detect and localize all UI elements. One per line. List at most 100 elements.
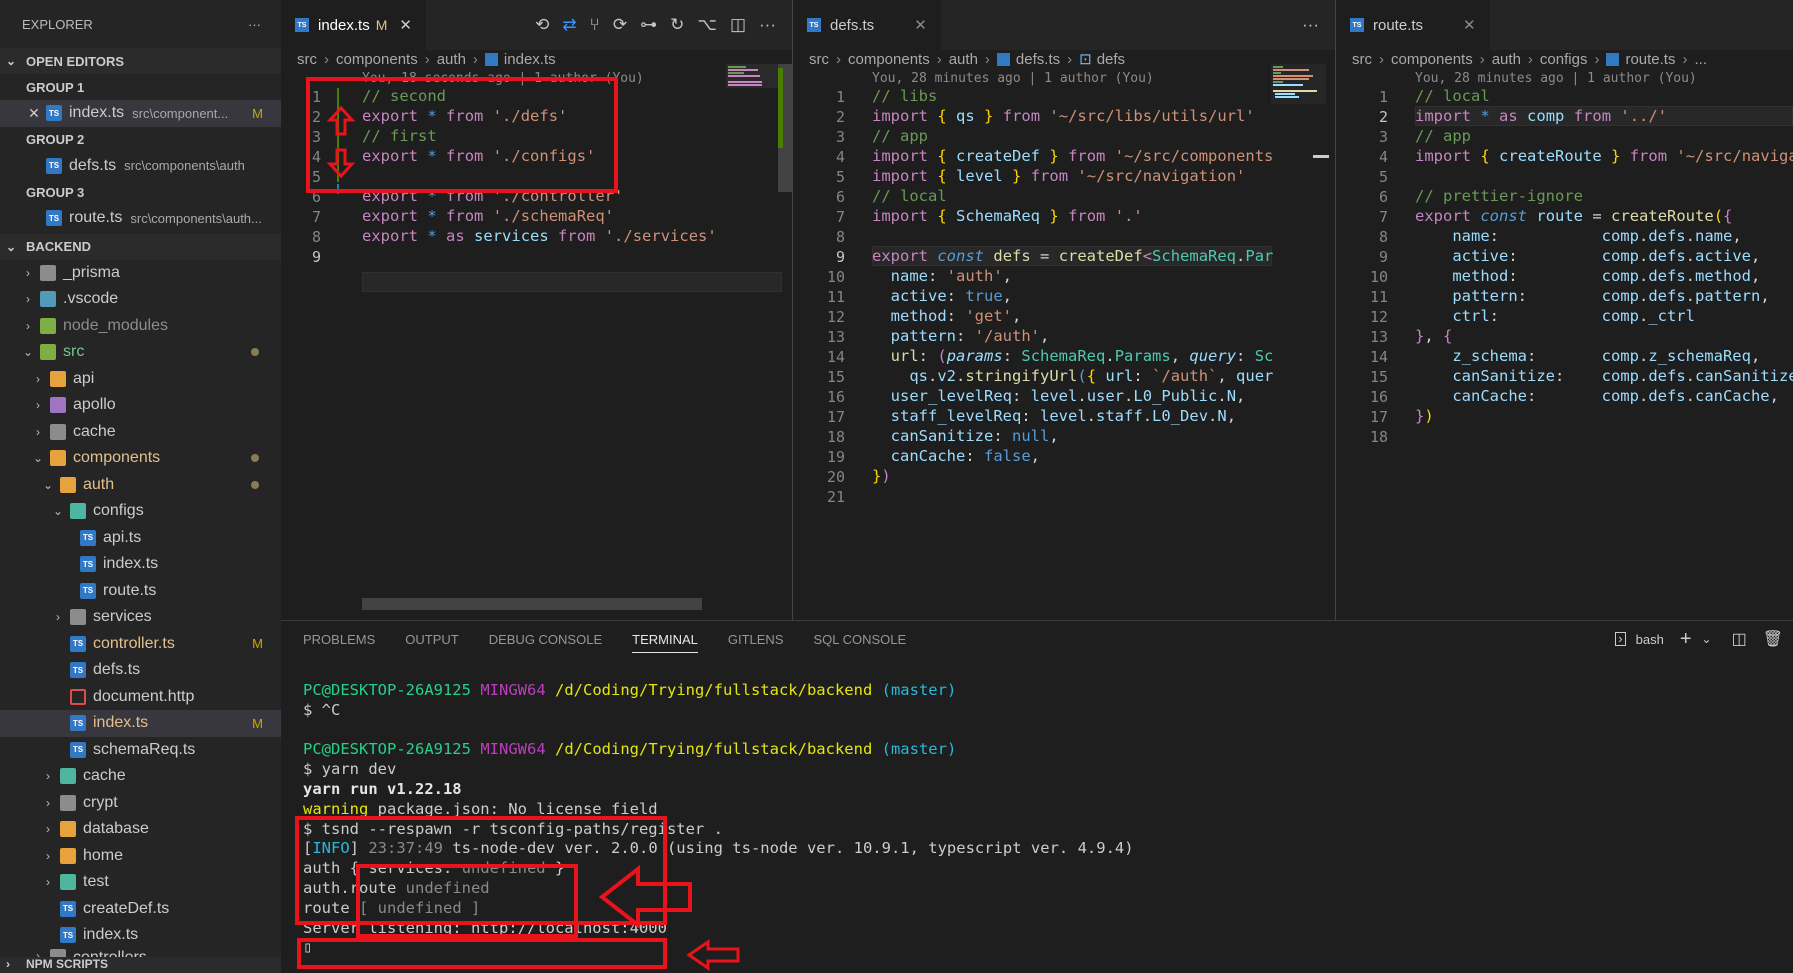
trash-icon[interactable]: 🗑 <box>1763 629 1783 649</box>
line-number: 11 <box>826 288 845 306</box>
add-terminal-icon[interactable]: + <box>1680 628 1692 651</box>
more-actions-icon[interactable]: ··· <box>248 17 261 32</box>
tree-item-components[interactable]: ⌄ components <box>0 445 281 472</box>
tab-sql-console[interactable]: SQL CONSOLE <box>813 621 906 657</box>
split-editor-icon[interactable]: ◫ <box>730 15 746 35</box>
git-compare-icon[interactable]: ⑂ <box>590 15 600 35</box>
open-editors-section[interactable]: ⌄ OPEN EDITORS <box>0 48 281 74</box>
tree-item-node-modules[interactable]: › node_modules <box>0 313 281 340</box>
tree-item-prisma[interactable]: › _prisma <box>0 260 281 287</box>
tree-item-api[interactable]: › api <box>0 366 281 393</box>
git-branch-icon[interactable]: ⌥ <box>697 15 717 35</box>
breadcrumb-item[interactable]: route.ts <box>1625 51 1675 68</box>
close-icon[interactable]: ✕ <box>1463 16 1476 34</box>
tree-item-configs[interactable]: ⌄ configs <box>0 498 281 525</box>
tree-item-configs-index-ts[interactable]: TS index.ts <box>0 551 281 578</box>
breadcrumb-item[interactable]: src <box>1352 51 1372 68</box>
tree-item-cache2[interactable]: › cache <box>0 763 281 790</box>
tab-output[interactable]: OUTPUT <box>405 621 458 657</box>
tree-item-services[interactable]: › services <box>0 604 281 631</box>
breadcrumb-item[interactable]: auth <box>437 51 466 68</box>
breadcrumb-item[interactable]: ... <box>1694 51 1707 68</box>
split-terminal-icon[interactable]: ◫ <box>1732 629 1747 649</box>
tab-index-ts[interactable]: TS index.ts M ✕ <box>281 0 426 50</box>
breadcrumb-item[interactable]: auth <box>1492 51 1521 68</box>
tree-item-controller-ts[interactable]: TS controller.ts M <box>0 631 281 658</box>
tree-item-createdef-ts[interactable]: TS createDef.ts <box>0 896 281 923</box>
tree-item-label: createDef.ts <box>83 899 170 917</box>
previous-change-icon[interactable]: ⟳ <box>613 15 627 35</box>
tree-item-src-index-ts[interactable]: TS index.ts <box>0 922 281 949</box>
breadcrumb-item[interactable]: src <box>809 51 829 68</box>
next-change-icon[interactable]: ↻ <box>670 15 684 35</box>
tree-item-auth[interactable]: ⌄ auth <box>0 472 281 499</box>
chevron-down-icon: ⌄ <box>42 477 54 492</box>
line-number: 8 <box>311 228 321 246</box>
more-actions-icon[interactable]: ··· <box>1302 15 1319 35</box>
npm-scripts-section[interactable]: › NPM SCRIPTS <box>0 957 281 973</box>
chevron-down-icon[interactable]: ⌄ <box>1702 632 1712 646</box>
line-number: 9 <box>311 248 321 266</box>
tree-item-label: home <box>83 846 124 864</box>
tree-item-src[interactable]: ⌄ src <box>0 339 281 366</box>
chevron-right-icon: › <box>1479 50 1485 68</box>
tree-item-label: configs <box>93 502 144 520</box>
breadcrumb-item[interactable]: components <box>336 51 418 68</box>
code-area[interactable]: You, 28 minutes ago | 1 author (You) 1 2… <box>793 70 1335 610</box>
tab-debug-console[interactable]: DEBUG CONSOLE <box>489 621 602 657</box>
close-icon[interactable]: ✕ <box>399 16 412 34</box>
close-icon[interactable]: ✕ <box>914 16 927 34</box>
tree-item-database[interactable]: › database <box>0 816 281 843</box>
open-editor-index-ts[interactable]: ✕ TS index.ts src\component... M <box>0 100 281 127</box>
breadcrumb-item[interactable]: auth <box>949 51 978 68</box>
history-icon[interactable]: ⟲ <box>535 15 549 35</box>
tree-item-crypt[interactable]: › crypt <box>0 790 281 817</box>
backend-section[interactable]: ⌄ BACKEND <box>0 233 281 260</box>
tab-terminal[interactable]: TERMINAL <box>632 621 698 657</box>
close-icon[interactable]: ✕ <box>26 105 42 122</box>
tab-defs-ts[interactable]: TS defs.ts ✕ <box>793 0 941 50</box>
tree-item-api-ts[interactable]: TS api.ts <box>0 525 281 552</box>
compare-changes-icon[interactable]: ⇄ <box>562 15 576 35</box>
modified-dot <box>251 480 259 489</box>
breadcrumb-item[interactable]: components <box>1391 51 1473 68</box>
tree-item-label: api.ts <box>103 528 142 546</box>
tree-item-document-http[interactable]: document.http <box>0 684 281 711</box>
tab-gitlens[interactable]: GITLENS <box>728 621 784 657</box>
tab-route-ts[interactable]: TS route.ts ✕ <box>1336 0 1490 50</box>
breadcrumb-item[interactable]: components <box>848 51 930 68</box>
group-label: GROUP 2 <box>26 132 85 147</box>
tree-item-label: cache <box>83 767 126 785</box>
breadcrumb-item[interactable]: defs <box>1097 51 1125 68</box>
tree-item-schemareq-ts[interactable]: TS schemaReq.ts <box>0 737 281 764</box>
tree-item-cache[interactable]: › cache <box>0 419 281 446</box>
tree-item-home[interactable]: › home <box>0 843 281 870</box>
folder-icon <box>50 370 66 387</box>
tree-item-index-ts[interactable]: TS index.ts M <box>0 710 281 737</box>
breadcrumb-item[interactable]: src <box>297 51 317 68</box>
code-line: // app <box>872 127 928 145</box>
code-area[interactable]: You, 28 minutes ago | 1 author (You) 1 2… <box>1336 70 1793 610</box>
chevron-right-icon: › <box>26 292 30 307</box>
code-line: canSanitize: comp.defs.canSanitize <box>1452 367 1793 385</box>
open-editor-route-ts[interactable]: TS route.ts src\components\auth... <box>0 205 281 232</box>
line-number: 6 <box>835 188 845 206</box>
breadcrumb-item[interactable]: index.ts <box>504 51 556 68</box>
chevron-right-icon: › <box>26 265 30 280</box>
tree-item-apollo[interactable]: › apollo <box>0 392 281 419</box>
minimap[interactable] <box>726 64 781 524</box>
terminal-shell-label[interactable]: bash <box>1636 632 1664 647</box>
tree-item-defs-ts[interactable]: TS defs.ts <box>0 657 281 684</box>
tree-item-test[interactable]: › test <box>0 869 281 896</box>
tab-problems[interactable]: PROBLEMS <box>303 621 375 657</box>
breadcrumb-item[interactable]: configs <box>1540 51 1588 68</box>
chevron-right-icon: › <box>1379 50 1384 68</box>
minimap[interactable] <box>1271 64 1326 524</box>
git-commit-icon[interactable]: ⊶ <box>640 15 657 35</box>
tree-item-route-ts[interactable]: TS route.ts <box>0 578 281 605</box>
tree-item-vscode[interactable]: › .vscode <box>0 286 281 313</box>
breadcrumb-item[interactable]: defs.ts <box>1016 51 1060 68</box>
horizontal-scrollbar[interactable] <box>362 598 702 610</box>
open-editor-defs-ts[interactable]: TS defs.ts src\components\auth <box>0 153 281 180</box>
more-actions-icon[interactable]: ··· <box>759 15 776 35</box>
